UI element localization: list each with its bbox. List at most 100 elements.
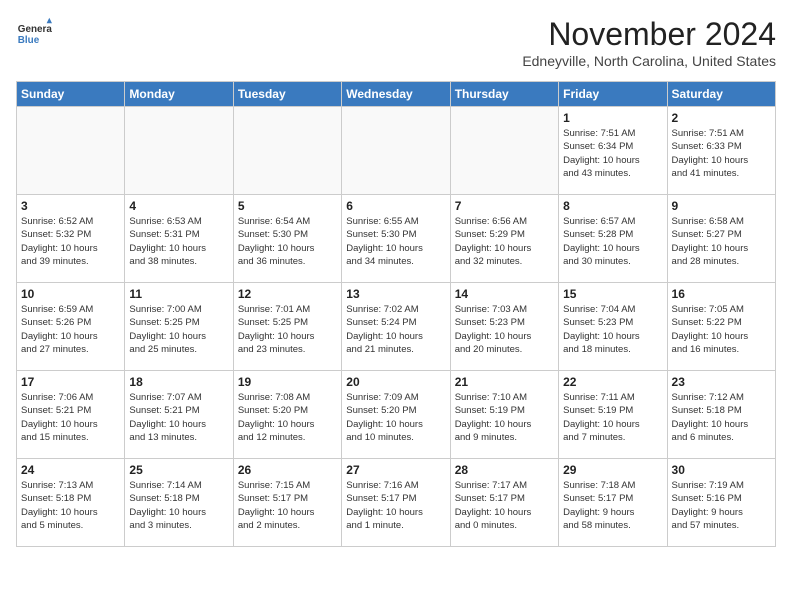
- day-number: 27: [346, 463, 445, 477]
- calendar-cell: 9 Sunrise: 6:58 AM Sunset: 5:27 PM Daylig…: [667, 195, 775, 283]
- calendar-cell: 17Sunrise: 7:06 AM Sunset: 5:21 PM Dayli…: [17, 371, 125, 459]
- day-number: 13: [346, 287, 445, 301]
- calendar-cell: 26 Sunrise: 7:15 AM Sunset: 5:17 PM Dayli…: [233, 459, 341, 547]
- day-number: 18: [129, 375, 228, 389]
- day-number: 22: [563, 375, 662, 389]
- day-number: 10: [21, 287, 120, 301]
- location-subtitle: Edneyville, North Carolina, United State…: [522, 53, 776, 69]
- calendar-cell: 28 Sunrise: 7:17 AM Sunset: 5:17 PM Dayli…: [450, 459, 558, 547]
- month-title: November 2024: [522, 16, 776, 53]
- day-number: 26: [238, 463, 337, 477]
- day-info: Sunrise: 7:09 AM Sunset: 5:20 PM Dayligh…: [346, 391, 445, 444]
- calendar-cell: 11 Sunrise: 7:00 AM Sunset: 5:25 PM Dayli…: [125, 283, 233, 371]
- day-number: 11: [129, 287, 228, 301]
- calendar-week-row-2: 3 Sunrise: 6:52 AM Sunset: 5:32 PM Daylig…: [17, 195, 776, 283]
- day-info: Sunrise: 7:02 AM Sunset: 5:24 PM Dayligh…: [346, 303, 445, 356]
- day-info: Sunrise: 7:19 AM Sunset: 5:16 PM Dayligh…: [672, 479, 771, 532]
- calendar-cell: 6Sunrise: 6:55 AM Sunset: 5:30 PM Daylig…: [342, 195, 450, 283]
- day-number: 23: [672, 375, 771, 389]
- day-info: Sunrise: 6:57 AM Sunset: 5:28 PM Dayligh…: [563, 215, 662, 268]
- day-info: Sunrise: 7:10 AM Sunset: 5:19 PM Dayligh…: [455, 391, 554, 444]
- day-info: Sunrise: 7:05 AM Sunset: 5:22 PM Dayligh…: [672, 303, 771, 356]
- day-number: 19: [238, 375, 337, 389]
- calendar-week-row-1: 1 Sunrise: 7:51 AM Sunset: 6:34 PM Daylig…: [17, 107, 776, 195]
- day-info: Sunrise: 7:13 AM Sunset: 5:18 PM Dayligh…: [21, 479, 120, 532]
- svg-text:Blue: Blue: [18, 35, 40, 46]
- day-info: Sunrise: 6:54 AM Sunset: 5:30 PM Dayligh…: [238, 215, 337, 268]
- calendar-cell: 12 Sunrise: 7:01 AM Sunset: 5:25 PM Dayli…: [233, 283, 341, 371]
- calendar-cell: [125, 107, 233, 195]
- calendar-week-row-3: 10 Sunrise: 6:59 AM Sunset: 5:26 PM Dayli…: [17, 283, 776, 371]
- day-number: 5: [238, 199, 337, 213]
- day-number: 21: [455, 375, 554, 389]
- day-info: Sunrise: 7:08 AM Sunset: 5:20 PM Dayligh…: [238, 391, 337, 444]
- calendar-cell: 29 Sunrise: 7:18 AM Sunset: 5:17 PM Dayli…: [559, 459, 667, 547]
- calendar-day-header-wednesday: Wednesday: [342, 82, 450, 107]
- day-info: Sunrise: 7:11 AM Sunset: 5:19 PM Dayligh…: [563, 391, 662, 444]
- calendar-day-header-monday: Monday: [125, 82, 233, 107]
- calendar-cell: 4 Sunrise: 6:53 AM Sunset: 5:31 PM Daylig…: [125, 195, 233, 283]
- generalblue-logo-icon: General Blue: [16, 16, 52, 52]
- calendar-day-header-tuesday: Tuesday: [233, 82, 341, 107]
- calendar-week-row-4: 17Sunrise: 7:06 AM Sunset: 5:21 PM Dayli…: [17, 371, 776, 459]
- day-number: 6: [346, 199, 445, 213]
- calendar-day-header-friday: Friday: [559, 82, 667, 107]
- day-number: 20: [346, 375, 445, 389]
- day-info: Sunrise: 6:58 AM Sunset: 5:27 PM Dayligh…: [672, 215, 771, 268]
- calendar-cell: 30 Sunrise: 7:19 AM Sunset: 5:16 PM Dayli…: [667, 459, 775, 547]
- calendar-day-header-sunday: Sunday: [17, 82, 125, 107]
- day-info: Sunrise: 7:01 AM Sunset: 5:25 PM Dayligh…: [238, 303, 337, 356]
- day-number: 29: [563, 463, 662, 477]
- day-info: Sunrise: 7:04 AM Sunset: 5:23 PM Dayligh…: [563, 303, 662, 356]
- day-number: 7: [455, 199, 554, 213]
- calendar-cell: 16 Sunrise: 7:05 AM Sunset: 5:22 PM Dayli…: [667, 283, 775, 371]
- calendar-cell: 15 Sunrise: 7:04 AM Sunset: 5:23 PM Dayli…: [559, 283, 667, 371]
- day-info: Sunrise: 7:03 AM Sunset: 5:23 PM Dayligh…: [455, 303, 554, 356]
- page-header: General Blue November 2024 Edneyville, N…: [16, 16, 776, 69]
- calendar-cell: 22 Sunrise: 7:11 AM Sunset: 5:19 PM Dayli…: [559, 371, 667, 459]
- calendar-cell: 18 Sunrise: 7:07 AM Sunset: 5:21 PM Dayli…: [125, 371, 233, 459]
- calendar-cell: 3 Sunrise: 6:52 AM Sunset: 5:32 PM Daylig…: [17, 195, 125, 283]
- day-number: 30: [672, 463, 771, 477]
- day-number: 12: [238, 287, 337, 301]
- calendar-day-header-thursday: Thursday: [450, 82, 558, 107]
- calendar-cell: 10 Sunrise: 6:59 AM Sunset: 5:26 PM Dayli…: [17, 283, 125, 371]
- logo: General Blue: [16, 16, 52, 52]
- svg-text:General: General: [18, 24, 52, 35]
- calendar-cell: 24Sunrise: 7:13 AM Sunset: 5:18 PM Dayli…: [17, 459, 125, 547]
- day-number: 25: [129, 463, 228, 477]
- day-number: 14: [455, 287, 554, 301]
- day-number: 28: [455, 463, 554, 477]
- day-info: Sunrise: 7:16 AM Sunset: 5:17 PM Dayligh…: [346, 479, 445, 532]
- calendar-cell: 13 Sunrise: 7:02 AM Sunset: 5:24 PM Dayli…: [342, 283, 450, 371]
- day-number: 16: [672, 287, 771, 301]
- calendar-week-row-5: 24Sunrise: 7:13 AM Sunset: 5:18 PM Dayli…: [17, 459, 776, 547]
- day-info: Sunrise: 7:07 AM Sunset: 5:21 PM Dayligh…: [129, 391, 228, 444]
- day-number: 9: [672, 199, 771, 213]
- day-info: Sunrise: 6:56 AM Sunset: 5:29 PM Dayligh…: [455, 215, 554, 268]
- calendar-cell: 5 Sunrise: 6:54 AM Sunset: 5:30 PM Daylig…: [233, 195, 341, 283]
- day-number: 1: [563, 111, 662, 125]
- day-info: Sunrise: 6:53 AM Sunset: 5:31 PM Dayligh…: [129, 215, 228, 268]
- calendar-table: SundayMondayTuesdayWednesdayThursdayFrid…: [16, 81, 776, 547]
- calendar-cell: 23Sunrise: 7:12 AM Sunset: 5:18 PM Dayli…: [667, 371, 775, 459]
- day-info: Sunrise: 7:51 AM Sunset: 6:34 PM Dayligh…: [563, 127, 662, 180]
- calendar-cell: 25Sunrise: 7:14 AM Sunset: 5:18 PM Dayli…: [125, 459, 233, 547]
- calendar-cell: 7 Sunrise: 6:56 AM Sunset: 5:29 PM Daylig…: [450, 195, 558, 283]
- calendar-cell: 2Sunrise: 7:51 AM Sunset: 6:33 PM Daylig…: [667, 107, 775, 195]
- calendar-cell: 8Sunrise: 6:57 AM Sunset: 5:28 PM Daylig…: [559, 195, 667, 283]
- day-info: Sunrise: 6:52 AM Sunset: 5:32 PM Dayligh…: [21, 215, 120, 268]
- day-info: Sunrise: 7:17 AM Sunset: 5:17 PM Dayligh…: [455, 479, 554, 532]
- calendar-cell: 1 Sunrise: 7:51 AM Sunset: 6:34 PM Daylig…: [559, 107, 667, 195]
- day-info: Sunrise: 6:59 AM Sunset: 5:26 PM Dayligh…: [21, 303, 120, 356]
- day-number: 4: [129, 199, 228, 213]
- calendar-cell: 20 Sunrise: 7:09 AM Sunset: 5:20 PM Dayli…: [342, 371, 450, 459]
- calendar-cell: [450, 107, 558, 195]
- day-number: 17: [21, 375, 120, 389]
- calendar-cell: [342, 107, 450, 195]
- day-number: 15: [563, 287, 662, 301]
- day-info: Sunrise: 7:15 AM Sunset: 5:17 PM Dayligh…: [238, 479, 337, 532]
- day-number: 3: [21, 199, 120, 213]
- day-info: Sunrise: 7:00 AM Sunset: 5:25 PM Dayligh…: [129, 303, 228, 356]
- day-info: Sunrise: 7:18 AM Sunset: 5:17 PM Dayligh…: [563, 479, 662, 532]
